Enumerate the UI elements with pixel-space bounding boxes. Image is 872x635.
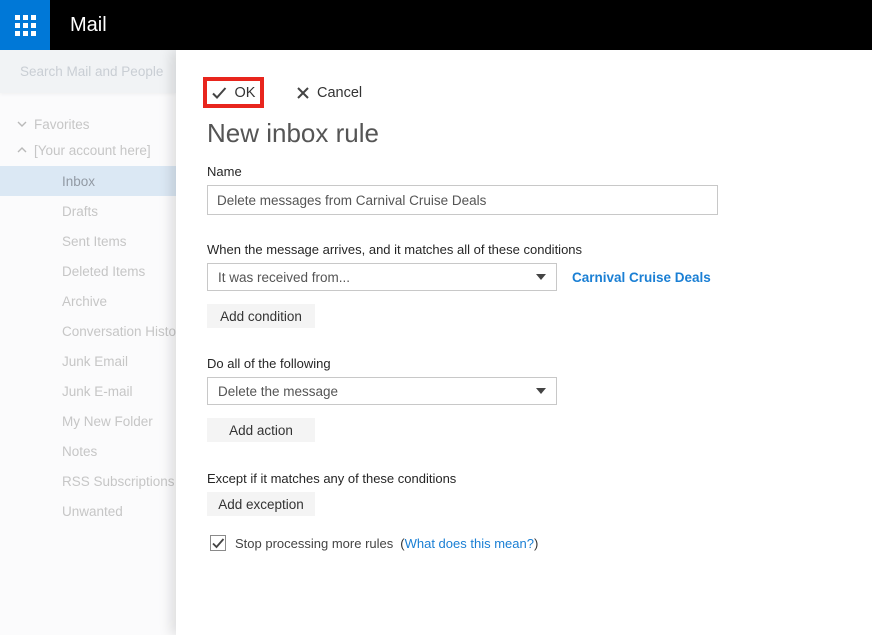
folder-label: Junk Email <box>62 354 128 369</box>
folder-label: Sent Items <box>62 234 127 249</box>
cancel-button-label: Cancel <box>317 85 362 101</box>
sidebar-item-drafts[interactable]: Drafts <box>0 196 176 226</box>
sidebar-item-sent-items[interactable]: Sent Items <box>0 226 176 256</box>
rule-name-input[interactable] <box>207 185 718 215</box>
app-launcher-button[interactable] <box>0 0 50 50</box>
sidebar-item-notes[interactable]: Notes <box>0 436 176 466</box>
add-exception-button[interactable]: Add exception <box>207 492 315 516</box>
sidebar-item-my-new-folder[interactable]: My New Folder <box>0 406 176 436</box>
condition-target-link[interactable]: Carnival Cruise Deals <box>572 270 711 285</box>
folder-label: My New Folder <box>62 414 153 429</box>
app-launcher-grid-icon <box>15 15 36 36</box>
new-inbox-rule-panel: OK Cancel New inbox rule Name When the m… <box>176 50 872 635</box>
folder-label: Notes <box>62 444 97 459</box>
folder-label: Archive <box>62 294 107 309</box>
action-section-label: Do all of the following <box>207 356 331 371</box>
stop-processing-label: Stop processing more rules <box>235 536 393 551</box>
folder-label: Conversation History <box>62 324 176 339</box>
folder-label: Deleted Items <box>62 264 145 279</box>
help-paren-close: ) <box>534 536 538 551</box>
sidebar-item-conversation-history[interactable]: Conversation History <box>0 316 176 346</box>
annotation-highlight-box: OK <box>203 77 264 108</box>
name-field-label: Name <box>207 164 242 179</box>
sidebar-item-junk-e-mail[interactable]: Junk E-mail <box>0 376 176 406</box>
chevron-up-icon <box>17 147 27 153</box>
ok-button[interactable]: OK <box>212 85 256 101</box>
sidebar-item-rss-subscriptions[interactable]: RSS Subscriptions <box>0 466 176 496</box>
page-title: New inbox rule <box>207 118 379 149</box>
condition-section-label: When the message arrives, and it matches… <box>207 242 582 257</box>
action-select-value: Delete the message <box>218 384 338 399</box>
stop-processing-row: Stop processing more rules (What does th… <box>210 535 538 551</box>
cancel-button[interactable]: Cancel <box>297 77 362 108</box>
folder-sidebar: Search Mail and People Favorites [Your a… <box>0 50 176 635</box>
folder-tree: Favorites [Your account here] Inbox Draf… <box>0 93 176 526</box>
top-app-bar: Mail <box>0 0 872 50</box>
chevron-down-icon <box>536 388 546 394</box>
sidebar-item-archive[interactable]: Archive <box>0 286 176 316</box>
help-link-wrap: (What does this mean?) <box>400 536 538 551</box>
app-title: Mail <box>70 14 107 37</box>
sidebar-group-favorites[interactable]: Favorites <box>0 111 176 137</box>
checkmark-icon <box>212 87 227 99</box>
sidebar-item-deleted-items[interactable]: Deleted Items <box>0 256 176 286</box>
help-link[interactable]: What does this mean? <box>405 536 534 551</box>
folder-label: Drafts <box>62 204 98 219</box>
action-select[interactable]: Delete the message <box>207 377 557 405</box>
search-input[interactable]: Search Mail and People <box>0 50 176 93</box>
folder-label: Junk E-mail <box>62 384 133 399</box>
folder-label: RSS Subscriptions <box>62 474 175 489</box>
checkmark-icon <box>212 538 225 549</box>
add-condition-button[interactable]: Add condition <box>207 304 315 328</box>
condition-select-value: It was received from... <box>218 270 350 285</box>
stop-processing-checkbox[interactable] <box>210 535 226 551</box>
ok-button-label: OK <box>235 85 256 101</box>
sidebar-group-label: Favorites <box>34 117 90 132</box>
add-action-button[interactable]: Add action <box>207 418 315 442</box>
exception-section-label: Except if it matches any of these condit… <box>207 471 456 486</box>
search-placeholder: Search Mail and People <box>20 64 163 79</box>
sidebar-group-account[interactable]: [Your account here] <box>0 137 176 163</box>
chevron-down-icon <box>536 274 546 280</box>
folder-label: Unwanted <box>62 504 123 519</box>
sidebar-group-label: [Your account here] <box>34 143 151 158</box>
chevron-down-icon <box>17 121 27 127</box>
sidebar-item-junk-email[interactable]: Junk Email <box>0 346 176 376</box>
condition-select[interactable]: It was received from... <box>207 263 557 291</box>
sidebar-item-inbox[interactable]: Inbox <box>0 166 176 196</box>
close-icon <box>297 87 309 99</box>
folder-label: Inbox <box>62 174 95 189</box>
sidebar-item-unwanted[interactable]: Unwanted <box>0 496 176 526</box>
